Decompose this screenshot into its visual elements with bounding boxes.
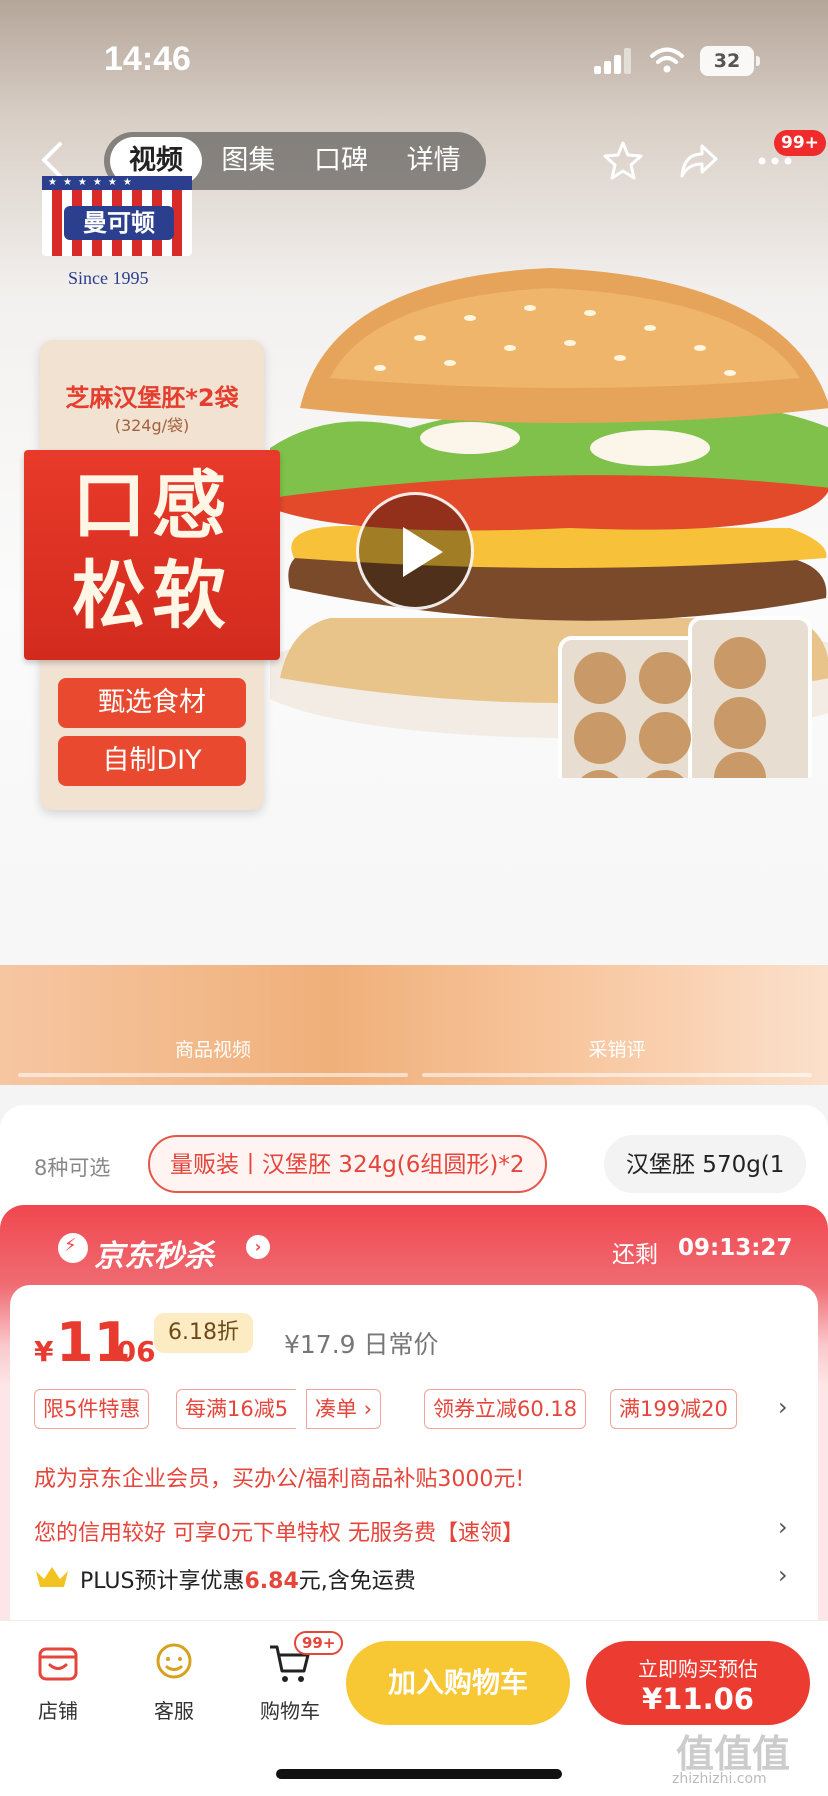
promo-headline-2: 松软 (72, 553, 232, 639)
promo-headline-block: 口感 松软 (24, 450, 280, 660)
product-info-card: 8种可选 量贩装丨汉堡胚 324g(6组圆形)*2 汉堡胚 570g(1 京东秒… (0, 1105, 828, 1625)
status-time: 14:46 (104, 40, 191, 78)
buy-now-price: ¥11.06 (642, 1682, 754, 1716)
customer-service-icon (156, 1643, 192, 1679)
plus-benefit-suffix: 元,含免运费 (298, 1569, 416, 1594)
flash-sale-countdown: 09:13:27 (678, 1235, 793, 1261)
variant-chip[interactable]: 汉堡胚 570g(1 (604, 1135, 807, 1193)
chevron-right-icon[interactable]: › (778, 1513, 788, 1541)
share-icon[interactable] (676, 138, 722, 184)
product-media-hero: 14:46 32 视频 图集 口碑 详情 99+ ★★★★★★ 曼可顿 Sinc… (0, 0, 828, 965)
tab-buyer-review[interactable]: 采销评 (422, 1035, 812, 1062)
shop-label: 店铺 (38, 1699, 78, 1723)
original-price: ¥17.9 日常价 (284, 1330, 439, 1359)
variant-selector: 8种可选 量贩装丨汉堡胚 324g(6组圆形)*2 汉堡胚 570g(1 (0, 1135, 828, 1195)
flash-sale-remain-label: 还剩 (612, 1242, 658, 1268)
burger-product-image (270, 268, 828, 778)
promo-pill-diy: 自制DIY (58, 736, 246, 786)
customer-service-button[interactable]: 客服 (134, 1639, 214, 1724)
bottom-action-bar: 店铺 客服 购物车 99+ 加入购物车 立即购买预估 ¥11.06 值值值 zh… (0, 1620, 828, 1796)
variant-count: 8种可选 (34, 1156, 111, 1180)
cart-label: 购物车 (260, 1699, 320, 1723)
price-decimal: .06 (106, 1335, 156, 1368)
promo-headline-1: 口感 (72, 463, 232, 549)
enterprise-member-line[interactable]: 成为京东企业会员，买办公/福利商品补贴3000元! (34, 1461, 524, 1493)
message-badge: 99+ (774, 130, 826, 156)
promo-tag[interactable]: 满199减20 (610, 1389, 737, 1429)
promo-pill-ingredients: 甄选食材 (58, 678, 246, 728)
wifi-icon (650, 47, 684, 73)
star-favorite-icon[interactable] (600, 138, 646, 184)
cart-count-badge: 99+ (294, 1631, 344, 1655)
plus-benefit-amount: 6.84 (244, 1569, 299, 1594)
signal-icon (594, 48, 634, 74)
tab-reviews[interactable]: 口碑 (295, 137, 388, 185)
watermark-logo: 值值值 (676, 1732, 791, 1776)
coupon-tag[interactable]: 领券立减60.18 (424, 1389, 587, 1429)
price-panel: ¥ 11 .06 6.18折 ¥17.9 日常价 限5件特惠 每满16减5 凑单… (10, 1285, 818, 1625)
brand-logo: ★★★★★★ 曼可顿 Since 1995 (42, 176, 202, 289)
battery-indicator: 32 (700, 46, 760, 76)
promo-tag[interactable]: 限5件特惠 (34, 1389, 150, 1429)
buy-now-button[interactable]: 立即购买预估 ¥11.06 (586, 1641, 810, 1725)
play-video-button[interactable] (356, 492, 474, 610)
promo-label-card: 芝麻汉堡胚*2袋 (324g/袋) 口感 松软 甄选食材 自制DIY (24, 340, 280, 810)
plus-benefit-prefix: PLUS预计享优惠 (80, 1569, 245, 1594)
chevron-right-icon[interactable]: › (778, 1393, 788, 1421)
status-bar: 14:46 32 (0, 0, 828, 120)
variant-chip-selected[interactable]: 量贩装丨汉堡胚 324g(6组圆形)*2 (148, 1135, 547, 1193)
flash-sale-icon (58, 1233, 88, 1263)
shop-button[interactable]: 店铺 (18, 1639, 98, 1724)
buy-now-label: 立即购买预估 (638, 1657, 758, 1681)
promo-tag[interactable]: 每满16减5 (176, 1389, 297, 1429)
tab-gallery[interactable]: 图集 (202, 137, 295, 185)
promo-weight: (324g/袋) (114, 416, 190, 435)
brand-flag-graphic: ★★★★★★ 曼可顿 (42, 176, 192, 256)
brand-since: Since 1995 (68, 268, 149, 288)
shop-icon (38, 1647, 78, 1681)
plus-benefit-line[interactable]: PLUS预计享优惠6.84元,含免运费 (80, 1563, 416, 1595)
back-arrow-icon[interactable] (36, 140, 72, 180)
tab-details[interactable]: 详情 (387, 137, 480, 185)
tab-product-video[interactable]: 商品视频 (18, 1035, 408, 1062)
flash-sale-title[interactable]: 京东秒杀 (94, 1231, 214, 1275)
add-on-order-link[interactable]: 凑单 › (306, 1389, 382, 1429)
customer-service-label: 客服 (154, 1699, 194, 1723)
flash-sale-panel: 京东秒杀 › 还剩 09:13:27 ¥ 11 .06 6.18折 ¥17.9 … (0, 1205, 828, 1625)
home-indicator (276, 1769, 562, 1779)
discount-badge: 6.18折 (154, 1313, 253, 1353)
chevron-right-icon[interactable]: › (246, 1235, 270, 1259)
watermark-url: zhizhizhi.com (672, 1771, 767, 1787)
media-thumbnail-strip: 商品视频 采销评 (0, 965, 828, 1085)
add-to-cart-button[interactable]: 加入购物车 (346, 1641, 570, 1725)
promo-product-name: 芝麻汉堡胚*2袋 (65, 384, 239, 412)
price-currency: ¥ (34, 1335, 54, 1368)
plus-crown-icon (36, 1567, 68, 1587)
credit-line[interactable]: 您的信用较好 可享0元下单特权 无服务费【速领】 (34, 1515, 524, 1547)
brand-name: 曼可顿 (64, 206, 174, 240)
chevron-right-icon[interactable]: › (778, 1561, 788, 1589)
